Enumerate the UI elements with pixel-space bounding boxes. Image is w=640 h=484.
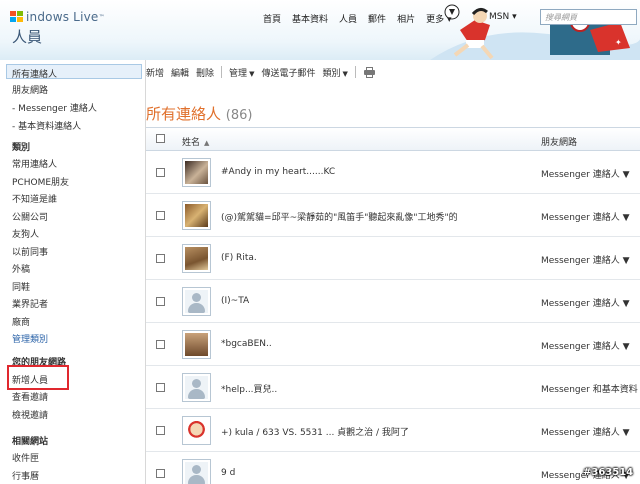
row-checkbox[interactable] (156, 340, 165, 349)
avatar[interactable] (182, 416, 211, 445)
toolbar-divider (354, 66, 356, 78)
manage-categories-link[interactable]: 管理類別 (12, 332, 48, 345)
toolbar-divider (221, 66, 223, 78)
nav-people[interactable]: 人員 (339, 12, 357, 25)
avatar[interactable] (182, 330, 211, 359)
new-button[interactable]: 新增 (146, 66, 164, 79)
top-navigation: 首頁 基本資料 人員 郵件 相片 更多 ▾ (263, 12, 462, 25)
app-title: 人員 (12, 28, 43, 46)
table-row[interactable]: +) kula / 633 VS. 5531 ... 貞觀之治 / 我阿了 Me… (146, 409, 640, 452)
sidebar-category[interactable]: PCHOME朋友 (12, 175, 69, 188)
contact-name[interactable]: (@)駕駕貓=邱平~梁靜茹的"風笛手"聽起來亂像"工地秀"的 (221, 210, 458, 223)
svg-text:✦: ✦ (615, 38, 622, 47)
row-checkbox[interactable] (156, 297, 165, 306)
contact-count: (86) (225, 108, 253, 123)
table-row[interactable]: (I)~TA Messenger 連絡人 ▼ (146, 280, 640, 323)
inbox-link[interactable]: 收件匣 (12, 451, 39, 464)
network-type-dropdown[interactable]: Messenger 連絡人 ▼ (541, 425, 630, 438)
sidebar-category[interactable]: 友狗人 (12, 227, 39, 240)
row-checkbox[interactable] (156, 426, 165, 435)
add-people-link[interactable]: 新增人員 (12, 373, 48, 386)
nav-more[interactable]: 更多 ▾ (426, 12, 451, 25)
sidebar-category[interactable]: 公關公司 (12, 210, 48, 223)
nav-profile[interactable]: 基本資料 (292, 12, 328, 25)
row-checkbox[interactable] (156, 469, 165, 478)
app-header: ✦ indows Live ™ 人員 首頁 基本資料 人員 郵件 相片 更多 ▾… (0, 0, 640, 60)
caret-down-icon: ▼ (342, 69, 348, 78)
sidebar-item-messenger-contacts[interactable]: - Messenger 連絡人 (12, 101, 97, 114)
network-type-dropdown[interactable]: Messenger 連絡人 ▼ (541, 253, 630, 266)
calendar-link[interactable]: 行事曆 (12, 469, 39, 482)
toolbar: 新增 編輯 刪除 管理 ▼ 傳送電子郵件 類別 ▼ (146, 60, 640, 84)
sidebar-category[interactable]: 同鞋 (12, 280, 30, 293)
watermark: #363514 (583, 467, 634, 478)
avatar[interactable] (182, 287, 211, 316)
avatar[interactable] (182, 244, 211, 273)
contact-name[interactable]: #Andy in my heart......KC (221, 167, 335, 177)
contact-name[interactable]: *help...買兒.. (221, 382, 277, 395)
sidebar-category[interactable]: 外稿 (12, 262, 30, 275)
sidebar-category[interactable]: 不知道是誰 (12, 192, 57, 205)
msn-menu[interactable]: MSN ▾ (489, 12, 517, 22)
network-type-dropdown[interactable]: Messenger 連絡人 ▼ (541, 339, 630, 352)
view-invites-link[interactable]: 查看邀請 (12, 390, 48, 403)
table-row[interactable]: *bgcaBEN.. Messenger 連絡人 ▼ (146, 323, 640, 366)
contact-name[interactable]: (F) Rita. (221, 253, 257, 263)
review-invites-link[interactable]: 檢視邀請 (12, 408, 48, 421)
row-checkbox[interactable] (156, 254, 165, 263)
network-column-header[interactable]: 朋友網路 (541, 135, 577, 148)
sidebar-category[interactable]: 以前同事 (12, 245, 48, 258)
nav-photos[interactable]: 相片 (397, 12, 415, 25)
table-header: 姓名 ▲ 朋友網路 (146, 127, 640, 151)
avatar[interactable] (182, 158, 211, 187)
network-type-dropdown[interactable]: Messenger 和基本資料連絡人 (541, 382, 638, 395)
row-checkbox[interactable] (156, 383, 165, 392)
sidebar-item-friend-network[interactable]: 朋友網路 (12, 83, 48, 96)
avatar[interactable] (182, 459, 211, 484)
table-row[interactable]: (F) Rita. Messenger 連絡人 ▼ (146, 237, 640, 280)
nav-mail[interactable]: 郵件 (368, 12, 386, 25)
sidebar-category[interactable]: 業界記者 (12, 297, 48, 310)
avatar[interactable] (182, 201, 211, 230)
contact-name[interactable]: 9 d (221, 468, 235, 478)
sidebar: 所有連絡人 朋友網路 - Messenger 連絡人 - 基本資料連絡人 類別 … (0, 60, 146, 484)
categories-heading: 類別 (12, 143, 31, 153)
avatar[interactable] (182, 373, 211, 402)
delete-button[interactable]: 刪除 (196, 66, 214, 79)
sidebar-item-profile-contacts[interactable]: - 基本資料連絡人 (12, 119, 81, 132)
contact-name[interactable]: +) kula / 633 VS. 5531 ... 貞觀之治 / 我阿了 (221, 425, 409, 438)
table-row[interactable]: *help...買兒.. Messenger 和基本資料連絡人 (146, 366, 640, 409)
sort-ascending-icon: ▲ (204, 139, 210, 147)
windows-flag-icon (10, 10, 24, 24)
network-type-dropdown[interactable]: Messenger 連絡人 ▼ (541, 210, 630, 223)
network-type-dropdown[interactable]: Messenger 連絡人 ▼ (541, 296, 630, 309)
send-email-button[interactable]: 傳送電子郵件 (261, 66, 315, 79)
caret-down-icon: ▼ (249, 69, 255, 78)
sidebar-category[interactable]: 常用連絡人 (12, 157, 57, 170)
row-checkbox[interactable] (156, 168, 165, 177)
table-row[interactable]: 9 d Messenger 連絡人 ▼ (146, 452, 640, 484)
contact-name[interactable]: (I)~TA (221, 296, 249, 306)
windows-live-logo[interactable]: indows Live ™ (10, 10, 104, 24)
contact-name[interactable]: *bgcaBEN.. (221, 339, 272, 349)
name-column-header[interactable]: 姓名 ▲ (182, 135, 209, 148)
page-title: 所有連絡人 (86) (146, 105, 253, 123)
table-row[interactable]: #Andy in my heart......KC Messenger 連絡人 … (146, 151, 640, 194)
table-row[interactable]: (@)駕駕貓=邱平~梁靜茹的"風笛手"聽起來亂像"工地秀"的 Messenger… (146, 194, 640, 237)
related-sites-heading: 相關網站 (12, 437, 49, 447)
search-input[interactable]: 搜尋網頁 (540, 9, 637, 25)
sidebar-category[interactable]: 廠商 (12, 315, 30, 328)
edit-button[interactable]: 編輯 (171, 66, 189, 79)
category-menu[interactable]: 類別 ▼ (322, 66, 347, 79)
nav-home[interactable]: 首頁 (263, 12, 281, 25)
manage-menu[interactable]: 管理 ▼ (229, 66, 254, 79)
sidebar-item-all-contacts[interactable]: 所有連絡人 (12, 67, 57, 80)
print-icon[interactable] (363, 66, 376, 78)
select-all-checkbox[interactable] (156, 134, 165, 143)
network-type-dropdown[interactable]: Messenger 連絡人 ▼ (541, 167, 630, 180)
row-checkbox[interactable] (156, 211, 165, 220)
brand-text: indows Live (26, 10, 99, 24)
